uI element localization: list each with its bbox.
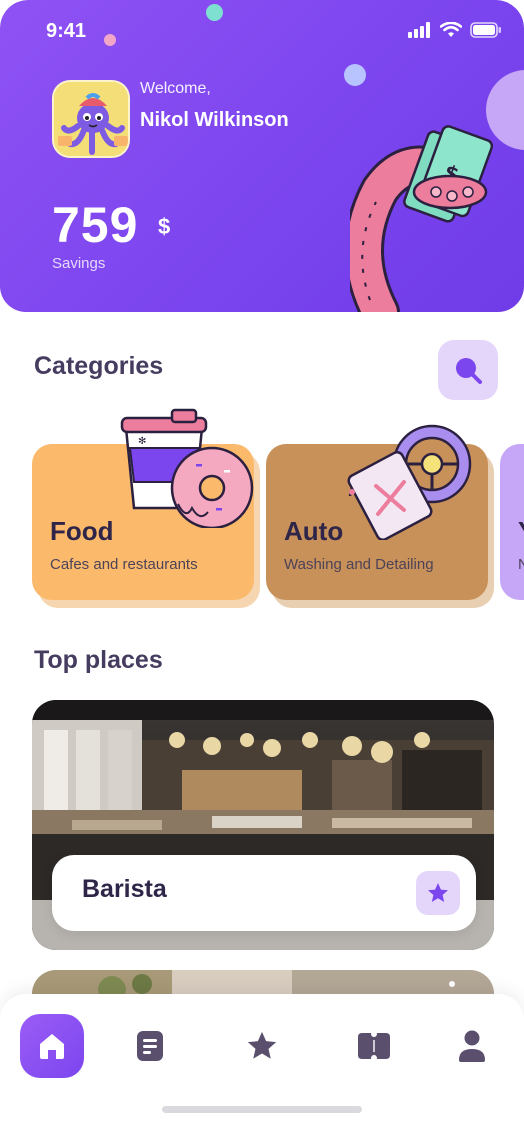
welcome-text: Welcome, [140,80,211,97]
signal-icon [408,22,430,38]
search-button[interactable] [438,340,498,400]
decor-dot [344,64,366,86]
app-screen: 9:41 Welcome, Nikol Wilkinson 759 $ Savi… [0,0,524,1132]
nav-home[interactable] [20,1014,84,1078]
ticket-icon [358,1033,390,1059]
home-icon [40,1034,64,1059]
savings-label: Savings [52,255,106,272]
tentacle-money-icon: $ [350,125,494,312]
categories-title: Categories [34,352,164,380]
user-name: Nikol Wilkinson [140,109,289,131]
wifi-icon [440,22,462,37]
category-title: Auto [284,516,344,546]
place-label[interactable]: Barista [52,855,476,931]
octopus-avatar-icon [54,82,128,156]
battery-icon [470,22,501,38]
status-icons [408,22,502,38]
search-icon [456,358,482,384]
savings-amount: 759 [52,197,139,253]
home-indicator[interactable] [162,1106,362,1113]
category-subtitle: N [518,556,524,573]
favorite-button[interactable] [416,871,460,915]
list-icon [137,1031,163,1061]
category-title: Y [518,516,524,547]
nav-tickets[interactable] [342,1014,406,1078]
bottom-nav [0,994,524,1132]
coffee-donut-icon: ✻ [120,408,254,528]
nav-favorites[interactable] [230,1014,294,1078]
top-places-title: Top places [34,646,163,674]
category-card-partial[interactable]: Y N [500,444,524,600]
category-subtitle: Washing and Detailing [284,556,434,573]
svg-text:✻: ✻ [138,436,146,447]
avatar[interactable] [52,80,130,158]
star-icon [247,1031,277,1059]
star-icon [428,883,448,902]
place-name: Barista [82,875,167,903]
profile-header: 9:41 Welcome, Nikol Wilkinson 759 $ Savi… [0,0,524,312]
nav-list[interactable] [118,1014,182,1078]
status-time: 9:41 [46,20,87,42]
nav-profile[interactable] [440,1014,504,1078]
fuel-wheel-icon [347,424,472,540]
category-title: Food [50,516,114,546]
decor-dot [206,4,223,21]
profile-icon [459,1030,485,1062]
savings-currency: $ [158,214,171,239]
decor-dot [104,34,116,46]
category-subtitle: Cafes and restaurants [50,556,198,573]
